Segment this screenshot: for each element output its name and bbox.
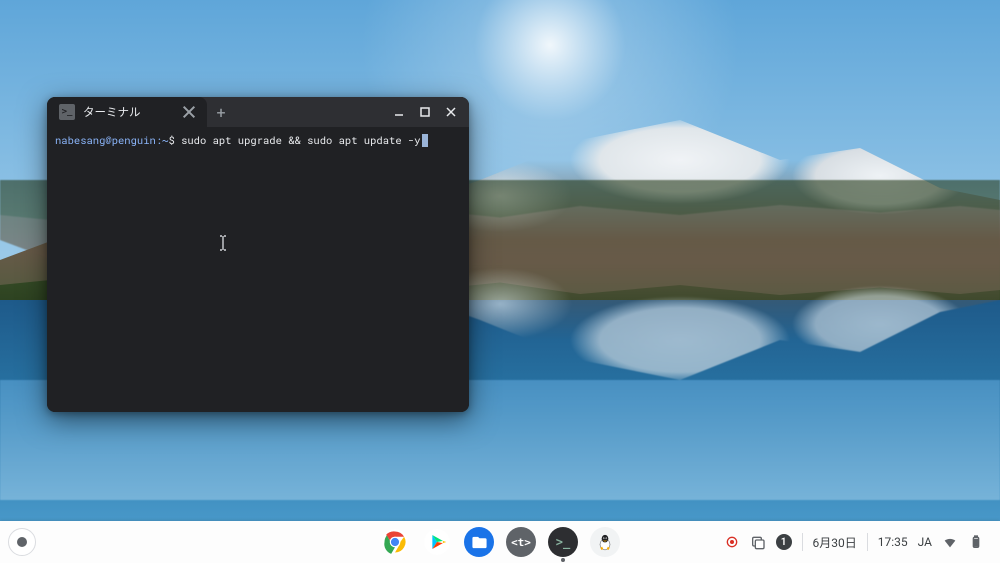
terminal-body[interactable]: nabesang@penguin:~$ sudo apt upgrade && … <box>47 127 469 412</box>
terminal-window[interactable]: >_ ターミナル + nabesang@pengui <box>47 97 469 412</box>
new-tab-button[interactable]: + <box>207 97 235 127</box>
text-cursor <box>422 134 428 147</box>
code-icon: <t> <box>511 536 531 549</box>
app-linux[interactable] <box>590 527 620 557</box>
status-time: 17:35 <box>878 535 908 549</box>
tab-close-button[interactable] <box>181 104 197 120</box>
screenshot-icon[interactable] <box>750 534 766 550</box>
prompt-symbol: $ <box>168 133 174 147</box>
app-play-store[interactable] <box>422 527 452 557</box>
window-titlebar[interactable]: >_ ターミナル + <box>47 97 469 127</box>
minimize-button[interactable] <box>389 102 409 122</box>
notification-count-badge[interactable]: 1 <box>776 534 792 550</box>
tab-terminal[interactable]: >_ ターミナル <box>47 97 207 127</box>
status-ime[interactable]: JA <box>918 535 932 549</box>
app-code[interactable]: <t> <box>506 527 536 557</box>
launcher-button[interactable] <box>8 528 36 556</box>
ibeam-cursor-icon <box>219 235 227 251</box>
status-tray[interactable]: 1 6月30日 17:35 JA <box>716 530 992 554</box>
terminal-prompt-icon: >_ <box>59 104 75 120</box>
prompt-user-host: nabesang@penguin <box>55 133 156 147</box>
status-date: 6月30日 <box>813 534 857 551</box>
wifi-icon[interactable] <box>942 534 958 550</box>
close-button[interactable] <box>441 102 461 122</box>
desktop-wallpaper[interactable]: >_ ターミナル + nabesang@pengui <box>0 0 1000 563</box>
tab-title: ターミナル <box>83 104 173 120</box>
maximize-button[interactable] <box>415 102 435 122</box>
app-terminal[interactable]: >_ <box>548 527 578 557</box>
shelf-app-row: <t> >_ <box>380 527 620 557</box>
app-chrome[interactable] <box>380 527 410 557</box>
app-files[interactable] <box>464 527 494 557</box>
launcher-icon <box>17 537 27 547</box>
terminal-icon: >_ <box>556 535 570 549</box>
screen-record-icon[interactable] <box>724 534 740 550</box>
shelf: <t> >_ <box>0 521 1000 563</box>
command-input[interactable]: sudo apt upgrade && sudo apt update -y <box>181 133 420 147</box>
battery-icon[interactable] <box>968 534 984 550</box>
